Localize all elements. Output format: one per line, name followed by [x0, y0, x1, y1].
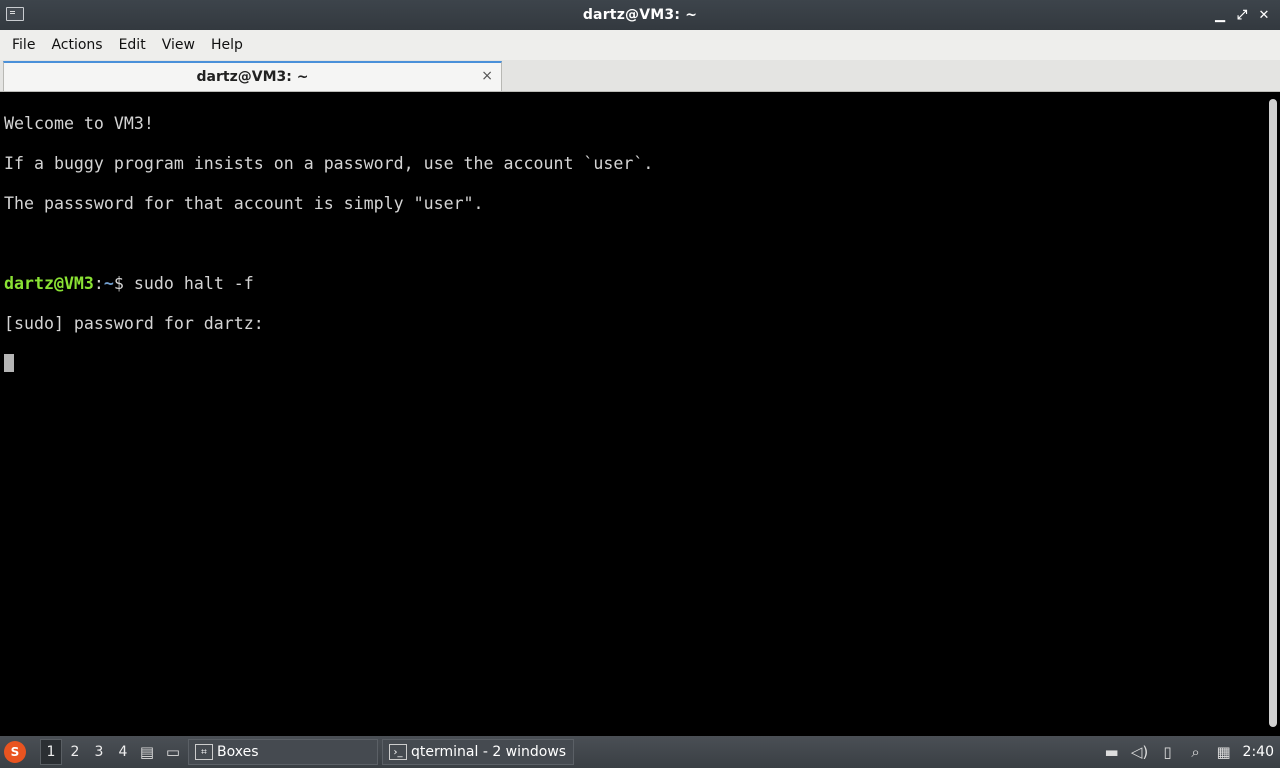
folder-icon[interactable]: ▭ — [160, 739, 186, 765]
typed-command: sudo halt -f — [133, 274, 254, 293]
taskbar: S 1 2 3 4 ▤ ▭ ⌗ Boxes ›_ qterminal - 2 w… — [0, 736, 1280, 768]
task-boxes[interactable]: ⌗ Boxes — [188, 739, 378, 765]
terminal-line: The passsword for that account is simply… — [4, 194, 484, 213]
tab-close-icon[interactable]: × — [481, 68, 493, 84]
file-manager-icon[interactable]: ▤ — [134, 739, 160, 765]
system-tray: ▬ ◁) ▯ ⌕ ▦ 2:40 — [1101, 736, 1280, 768]
start-menu-icon[interactable]: S — [4, 741, 26, 763]
minimize-icon[interactable]: ▁ — [1210, 5, 1230, 25]
task-qterminal[interactable]: ›_ qterminal - 2 windows — [382, 739, 574, 765]
terminal-window-icon[interactable] — [6, 7, 24, 21]
menu-file[interactable]: File — [4, 33, 43, 57]
window-titlebar[interactable]: dartz@VM3: ~ ▁ ⤢ ✕ — [0, 0, 1280, 30]
task-label: qterminal - 2 windows — [411, 744, 567, 760]
sudo-password-prompt: [sudo] password for dartz: — [4, 314, 264, 333]
search-icon[interactable]: ⌕ — [1185, 739, 1207, 765]
desktop-switch-2[interactable]: 2 — [64, 739, 86, 765]
terminal-output[interactable]: Welcome to VM3! If a buggy program insis… — [0, 93, 1264, 736]
maximize-icon[interactable]: ⤢ — [1232, 5, 1252, 25]
tab-bar: dartz@VM3: ~ × — [0, 60, 1280, 92]
prompt-user: dartz@VM3 — [4, 274, 94, 293]
menu-bar: File Actions Edit View Help — [0, 30, 1280, 60]
tab-label: dartz@VM3: ~ — [196, 69, 309, 85]
terminal-tab[interactable]: dartz@VM3: ~ × — [3, 61, 502, 91]
terminal-icon: ›_ — [389, 744, 407, 760]
prompt-line: dartz@VM3:~$ sudo halt -f — [4, 274, 1260, 294]
menu-actions[interactable]: Actions — [43, 33, 110, 57]
menu-edit[interactable]: Edit — [111, 33, 154, 57]
terminal-scrollbar[interactable] — [1264, 93, 1280, 736]
close-icon[interactable]: ✕ — [1254, 5, 1274, 25]
menu-help[interactable]: Help — [203, 33, 251, 57]
menu-view[interactable]: View — [154, 33, 203, 57]
task-label: Boxes — [217, 744, 259, 760]
desktop-switch-4[interactable]: 4 — [112, 739, 134, 765]
boxes-icon: ⌗ — [195, 744, 213, 760]
clipboard-icon[interactable]: ▯ — [1157, 739, 1179, 765]
prompt-dollar: $ — [113, 274, 134, 293]
keyboard-icon[interactable]: ▬ — [1101, 739, 1123, 765]
window-title: dartz@VM3: ~ — [582, 7, 698, 23]
volume-icon[interactable]: ◁) — [1129, 739, 1151, 765]
text-cursor — [4, 354, 14, 372]
cursor-line — [4, 354, 1260, 374]
window-controls: ▁ ⤢ ✕ — [1210, 5, 1274, 25]
prompt-path: ~ — [103, 274, 114, 293]
desktop-switch-3[interactable]: 3 — [88, 739, 110, 765]
desktop-switch-1[interactable]: 1 — [40, 739, 62, 765]
clock[interactable]: 2:40 — [1243, 744, 1274, 760]
terminal-line: If a buggy program insists on a password… — [4, 154, 654, 173]
scrollbar-thumb[interactable] — [1269, 99, 1277, 727]
terminal-line: Welcome to VM3! — [4, 114, 154, 133]
prompt-separator: : — [93, 274, 104, 293]
network-icon[interactable]: ▦ — [1213, 739, 1235, 765]
